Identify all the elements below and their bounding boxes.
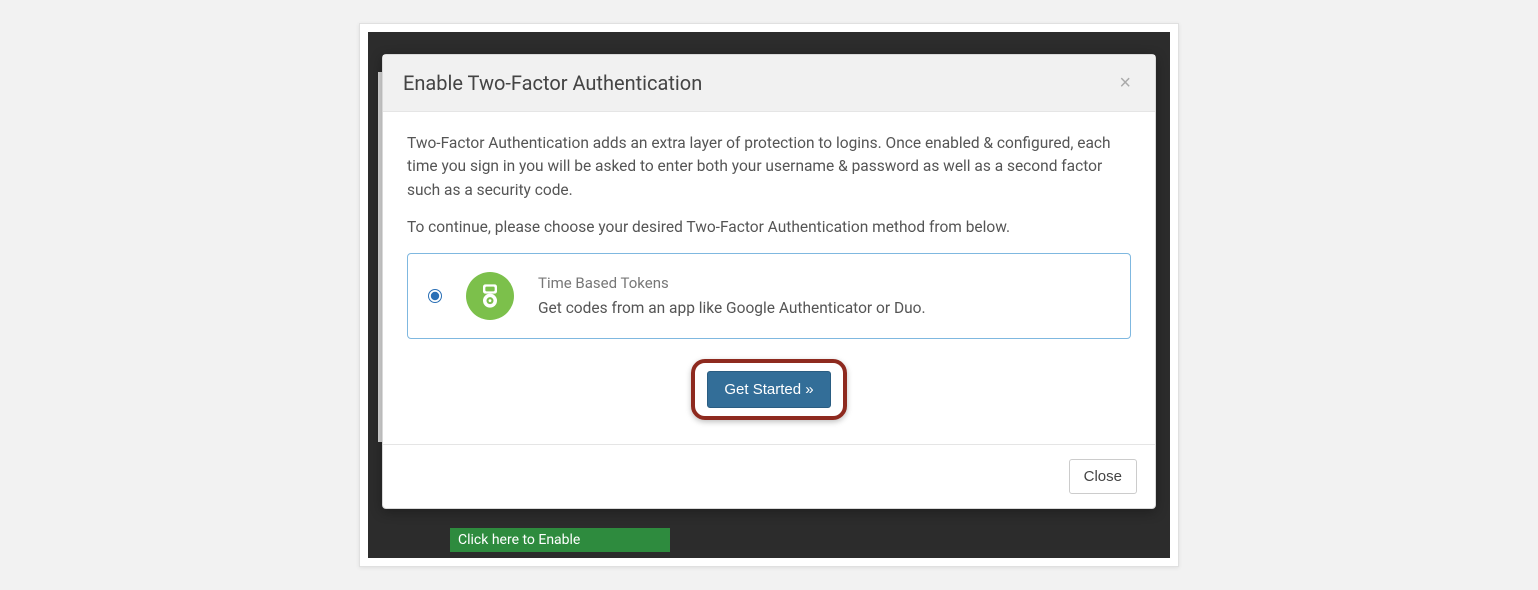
option-time-based-tokens[interactable]: Time Based Tokens Get codes from an app … bbox=[407, 253, 1131, 339]
background-enable-banner: Click here to Enable bbox=[450, 528, 670, 552]
modal-header: Enable Two-Factor Authentication × bbox=[383, 55, 1155, 112]
highlight-annotation: Get Started » bbox=[407, 359, 1131, 420]
close-button[interactable]: Close bbox=[1069, 459, 1137, 494]
close-icon[interactable]: × bbox=[1115, 73, 1135, 93]
two-factor-modal: Enable Two-Factor Authentication × Two-F… bbox=[382, 54, 1156, 509]
option-description: Get codes from an app like Google Authen… bbox=[538, 297, 1110, 320]
modal-body: Two-Factor Authentication adds an extra … bbox=[383, 112, 1155, 444]
option-text: Time Based Tokens Get codes from an app … bbox=[538, 272, 1110, 320]
modal-title: Enable Two-Factor Authentication bbox=[403, 71, 702, 95]
option-title: Time Based Tokens bbox=[538, 272, 1110, 295]
screenshot-frame: Click here to Enable Enable Two-Factor A… bbox=[359, 23, 1179, 567]
highlight-ring: Get Started » bbox=[691, 359, 846, 420]
modal-backdrop: Click here to Enable Enable Two-Factor A… bbox=[368, 32, 1170, 558]
modal-paragraph-2: To continue, please choose your desired … bbox=[407, 216, 1131, 239]
get-started-button[interactable]: Get Started » bbox=[707, 371, 830, 408]
option-radio[interactable] bbox=[428, 289, 442, 303]
modal-paragraph-1: Two-Factor Authentication adds an extra … bbox=[407, 132, 1131, 202]
authenticator-app-icon bbox=[466, 272, 514, 320]
modal-footer: Close bbox=[383, 444, 1155, 508]
